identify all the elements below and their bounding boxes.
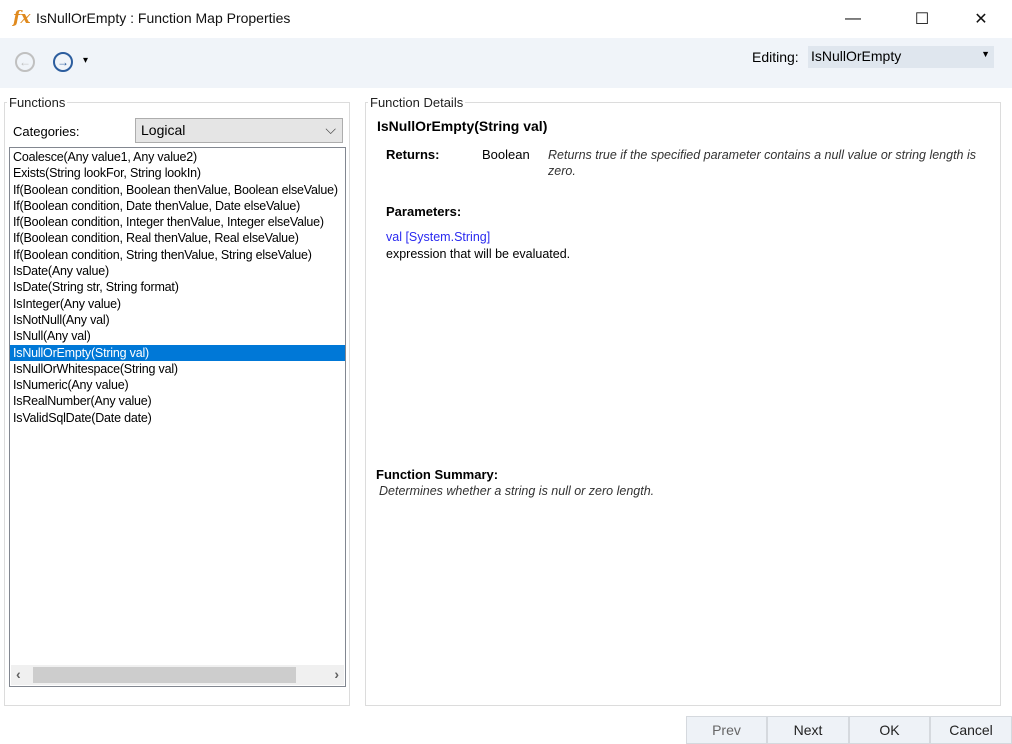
function-list-item[interactable]: IsRealNumber(Any value) <box>10 393 345 409</box>
chevron-down-icon: ⌵ <box>325 121 336 137</box>
categories-select[interactable]: Logical ⌵ <box>135 118 343 143</box>
function-list-item[interactable]: IsDate(Any value) <box>10 263 345 279</box>
function-list-item[interactable]: If(Boolean condition, String thenValue, … <box>10 247 345 263</box>
function-list-item[interactable]: IsValidSqlDate(Date date) <box>10 410 345 426</box>
function-list-item[interactable]: Exists(String lookFor, String lookIn) <box>10 165 345 181</box>
forward-arrow-icon[interactable]: → <box>53 52 73 72</box>
categories-label: Categories: <box>13 124 80 139</box>
close-button[interactable]: ✕ <box>958 4 1004 34</box>
scrollbar-thumb[interactable] <box>33 667 296 683</box>
title-bar: fx IsNullOrEmpty : Function Map Properti… <box>0 0 1012 38</box>
function-list-item[interactable]: If(Boolean condition, Real thenValue, Re… <box>10 230 345 246</box>
chevron-down-icon: ▼ <box>981 49 990 59</box>
window-title: IsNullOrEmpty : Function Map Properties <box>36 10 291 26</box>
categories-value: Logical <box>141 122 186 138</box>
parameter-name: val [System.String] <box>386 230 491 244</box>
minimize-button[interactable]: — <box>830 4 876 34</box>
returns-description: Returns true if the specified parameter … <box>548 148 977 178</box>
function-list-item[interactable]: IsNumeric(Any value) <box>10 377 345 393</box>
function-list-item[interactable]: If(Boolean condition, Date thenValue, Da… <box>10 198 345 214</box>
function-list-item[interactable]: IsNullOrWhitespace(String val) <box>10 361 345 377</box>
cancel-button[interactable]: Cancel <box>930 716 1012 744</box>
editing-value: IsNullOrEmpty <box>811 48 902 64</box>
horizontal-scrollbar[interactable]: ‹ › <box>11 665 344 685</box>
editing-label: Editing: <box>752 49 799 65</box>
editing-combo[interactable]: IsNullOrEmpty ▼ <box>808 46 994 68</box>
function-list-item[interactable]: IsNotNull(Any val) <box>10 312 345 328</box>
scroll-right-icon[interactable]: › <box>334 666 339 682</box>
functions-legend: Functions <box>9 95 66 110</box>
function-list-item[interactable]: Coalesce(Any value1, Any value2) <box>10 149 345 165</box>
fx-icon: fx <box>13 8 31 28</box>
functions-list[interactable]: Coalesce(Any value1, Any value2) Exists(S… <box>9 147 346 687</box>
function-list-item[interactable]: IsNull(Any val) <box>10 328 345 344</box>
function-summary: Determines whether a string is null or z… <box>379 484 655 498</box>
function-list-item[interactable]: IsDate(String str, String format) <box>10 279 345 295</box>
returns-label: Returns: <box>386 147 440 162</box>
returns-type: Boolean <box>482 147 530 162</box>
next-button[interactable]: Next <box>767 716 849 744</box>
scroll-left-icon[interactable]: ‹ <box>16 666 21 682</box>
parameter-description: expression that will be evaluated. <box>386 247 571 261</box>
function-details-group: Function Details <box>365 95 1001 706</box>
maximize-button[interactable]: ☐ <box>899 4 945 34</box>
function-list-item[interactable]: If(Boolean condition, Boolean thenValue,… <box>10 182 345 198</box>
function-details-legend: Function Details <box>370 95 464 110</box>
prev-button[interactable]: Prev <box>686 716 767 744</box>
back-arrow-icon[interactable]: ← <box>15 52 35 72</box>
function-signature: IsNullOrEmpty(String val) <box>377 118 548 134</box>
history-dropdown-icon[interactable]: ▾ <box>83 55 88 66</box>
ok-button[interactable]: OK <box>849 716 930 744</box>
summary-label: Function Summary: <box>376 467 499 482</box>
function-list-item[interactable]: IsNullOrEmpty(String val) <box>10 344 345 361</box>
function-list-item[interactable]: IsInteger(Any value) <box>10 296 345 312</box>
function-list-item[interactable]: If(Boolean condition, Integer thenValue,… <box>10 214 345 230</box>
parameters-label: Parameters: <box>386 204 462 219</box>
